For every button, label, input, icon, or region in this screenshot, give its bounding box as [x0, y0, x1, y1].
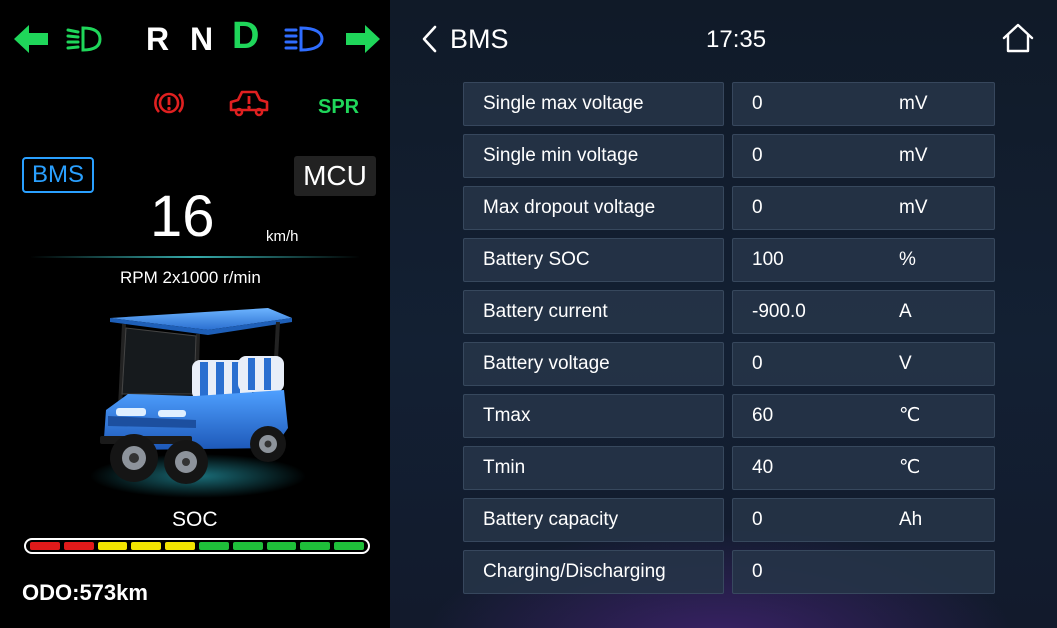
row-value-cell: 0 — [732, 550, 995, 594]
row-value-cell: 0 mV — [732, 134, 995, 178]
row-value-cell: 0V — [732, 342, 995, 386]
row-value-cell: 40 ℃ — [732, 446, 995, 490]
row-value: 60 — [752, 405, 774, 426]
high-beam-icon — [284, 26, 324, 52]
spr-indicator: SPR — [318, 96, 360, 118]
soc-segment — [300, 542, 331, 550]
speed-unit: km/h — [266, 228, 299, 245]
page-title: BMS — [450, 24, 509, 54]
odometer: ODO:573km — [22, 580, 148, 605]
bms-panel: BMS 17:35 Single max voltage 0 mV Single … — [390, 0, 1057, 628]
row-value-cell: -900.0 A — [732, 290, 995, 334]
row-value: 0 — [752, 561, 763, 582]
table-row: Tmax 60 ℃ — [463, 394, 995, 438]
row-value: 0 — [752, 197, 763, 218]
golf-cart-image — [90, 308, 306, 498]
row-unit: % — [899, 249, 916, 270]
table-row: Battery SOC 100% — [463, 238, 995, 282]
table-row: Battery capacity 0 Ah — [463, 498, 995, 542]
table-row: Battery voltage 0V — [463, 342, 995, 386]
row-label: Single max voltage — [463, 82, 724, 126]
back-chevron-icon[interactable] — [420, 24, 440, 54]
bms-tab[interactable]: BMS — [22, 157, 94, 193]
mcu-tab[interactable]: MCU — [294, 156, 376, 196]
soc-segment — [266, 542, 297, 550]
row-value-cell: 0 mV — [732, 82, 995, 126]
row-value: 40 — [752, 457, 774, 478]
gear-drive: D — [232, 15, 260, 57]
dashboard-panel: R N D SPR BMS MCU 16 km/h RPM 2x1000 r/m… — [0, 0, 390, 628]
left-turn-arrow-icon — [14, 25, 48, 53]
row-unit: ℃ — [899, 405, 921, 426]
row-label: Battery voltage — [463, 342, 724, 386]
vehicle-fault-icon — [229, 90, 269, 117]
soc-segment — [334, 542, 364, 550]
table-row: Single min voltage 0 mV — [463, 134, 995, 178]
soc-segment — [131, 542, 162, 550]
table-row: Charging/Discharging 0 — [463, 550, 995, 594]
row-label: Max dropout voltage — [463, 186, 724, 230]
soc-segment — [232, 542, 263, 550]
row-unit: ℃ — [899, 457, 921, 478]
row-unit: mV — [899, 93, 928, 114]
row-label: Battery SOC — [463, 238, 724, 282]
soc-segment — [165, 542, 195, 550]
table-row: Max dropout voltage 0 mV — [463, 186, 995, 230]
home-icon[interactable] — [1001, 22, 1035, 54]
soc-label: SOC — [172, 508, 218, 531]
soc-segment — [198, 542, 229, 550]
row-value: 0 — [752, 93, 763, 114]
soc-segment — [63, 542, 94, 550]
row-value-cell: 100% — [732, 238, 995, 282]
speed-divider — [30, 256, 360, 258]
row-label: Battery current — [463, 290, 724, 334]
row-label: Battery capacity — [463, 498, 724, 542]
row-unit: mV — [899, 145, 928, 166]
table-row: Battery current -900.0 A — [463, 290, 995, 334]
soc-bar — [24, 538, 370, 554]
rpm-readout: RPM 2x1000 r/min — [120, 268, 261, 287]
row-label: Single min voltage — [463, 134, 724, 178]
table-row: Tmin 40 ℃ — [463, 446, 995, 490]
row-value: -900.0 — [752, 301, 806, 322]
speed-value: 16 — [150, 184, 215, 249]
row-unit: A — [899, 301, 912, 322]
table-row: Single max voltage 0 mV — [463, 82, 995, 126]
soc-segment — [30, 542, 60, 550]
row-value-cell: 60 ℃ — [732, 394, 995, 438]
row-value-cell: 0 mV — [732, 186, 995, 230]
row-value: 0 — [752, 145, 763, 166]
brake-warning-icon — [154, 92, 184, 114]
row-unit: Ah — [899, 509, 923, 530]
row-unit: V — [899, 353, 912, 374]
row-value: 0 — [752, 353, 763, 374]
low-beam-icon — [66, 26, 102, 52]
row-label: Tmax — [463, 394, 724, 438]
row-unit: mV — [899, 197, 928, 218]
row-value-cell: 0 Ah — [732, 498, 995, 542]
row-label: Tmin — [463, 446, 724, 490]
row-value: 100 — [752, 249, 784, 270]
row-value: 0 — [752, 509, 763, 530]
gear-reverse: R — [146, 21, 170, 57]
gear-neutral: N — [190, 21, 214, 57]
right-turn-arrow-icon — [346, 25, 380, 53]
row-label: Charging/Discharging — [463, 550, 724, 594]
soc-segment — [97, 542, 128, 550]
clock: 17:35 — [706, 26, 767, 53]
